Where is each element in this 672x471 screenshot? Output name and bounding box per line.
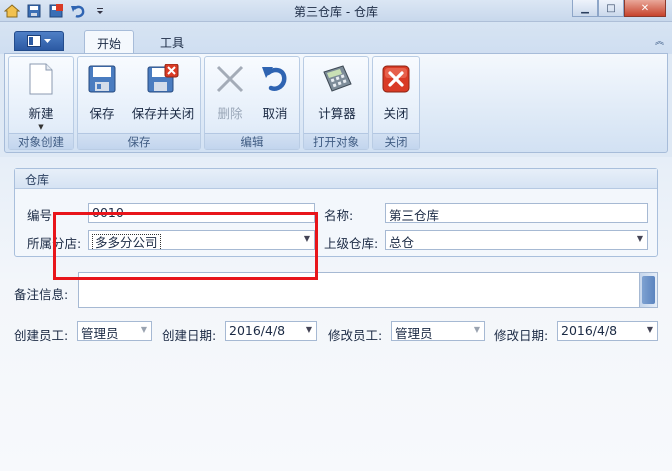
- save-icon: [86, 63, 118, 95]
- parent-warehouse-value: 总仓: [389, 235, 415, 250]
- save-close-button-label: 保存并关闭: [131, 106, 195, 121]
- application-menu-button[interactable]: [14, 31, 64, 51]
- calculator-icon: [321, 63, 353, 95]
- created-date-dropdown-icon[interactable]: ▼: [306, 325, 312, 334]
- tab-tools[interactable]: 工具: [148, 30, 196, 54]
- modifier-label: 修改员工:: [328, 328, 383, 343]
- modified-date-dropdown-icon[interactable]: ▼: [647, 325, 653, 334]
- creator-select[interactable]: 管理员 ▼: [77, 321, 152, 341]
- chevron-down-icon: [44, 38, 51, 43]
- name-field[interactable]: 第三仓库: [385, 203, 648, 223]
- minimize-button[interactable]: ▁: [572, 0, 598, 17]
- parent-dropdown-icon[interactable]: ▼: [637, 234, 643, 243]
- maximize-button[interactable]: □: [598, 0, 624, 17]
- new-button[interactable]: 新建 ▼: [15, 60, 67, 132]
- app-menu-icon: [27, 35, 41, 47]
- close-red-icon: [380, 63, 412, 95]
- ribbon-tab-row: 开始 工具 ︽: [0, 22, 672, 54]
- created-date-label: 创建日期:: [162, 328, 217, 343]
- delete-x-icon: [214, 63, 246, 95]
- group-label-close: 关闭: [373, 133, 419, 149]
- new-button-label: 新建: [28, 106, 54, 121]
- code-label: 编号:: [27, 208, 57, 223]
- group-edit: 删除 取消 编辑: [204, 56, 300, 150]
- delete-button-label: 删除: [217, 106, 243, 121]
- group-close: 关闭 关闭: [372, 56, 420, 150]
- warehouse-section-title: 仓库: [15, 169, 657, 189]
- group-object-create: 新建 ▼ 对象创建: [8, 56, 74, 150]
- modified-date-value: 2016/4/8: [561, 323, 618, 338]
- close-button[interactable]: 关闭: [377, 60, 415, 132]
- window-controls: ▁ □ ✕: [572, 0, 666, 17]
- cancel-button-label: 取消: [262, 106, 288, 121]
- group-save: 保存 保存并关闭 保存: [77, 56, 201, 150]
- modifier-dropdown-icon[interactable]: ▼: [474, 325, 480, 334]
- modified-date-picker[interactable]: 2016/4/8 ▼: [557, 321, 658, 341]
- creator-value: 管理员: [81, 326, 119, 341]
- group-label-object-create: 对象创建: [9, 133, 73, 149]
- save-close-button[interactable]: 保存并关闭: [128, 60, 198, 132]
- window-close-button[interactable]: ✕: [624, 0, 666, 17]
- title-bar: 第三仓库 - 仓库 ▁ □ ✕: [0, 0, 672, 22]
- modifier-select[interactable]: 管理员 ▼: [391, 321, 485, 341]
- calculator-button[interactable]: 计算器: [309, 60, 365, 132]
- group-label-edit: 编辑: [205, 133, 299, 149]
- highlight-annotation-box: [53, 212, 318, 280]
- save-close-icon: [147, 63, 179, 95]
- group-label-save: 保存: [78, 133, 200, 149]
- new-document-icon: [25, 63, 57, 95]
- save-button[interactable]: 保存: [82, 60, 122, 132]
- name-label: 名称:: [324, 208, 354, 223]
- ribbon-collapse-icon[interactable]: ︽: [655, 34, 664, 47]
- creator-label: 创建员工:: [14, 328, 69, 343]
- group-label-open-object: 打开对象: [304, 133, 368, 149]
- remarks-scrollbar[interactable]: [639, 273, 657, 307]
- group-open-object: 计算器 打开对象: [303, 56, 369, 150]
- tab-start[interactable]: 开始: [84, 30, 135, 54]
- modifier-value: 管理员: [395, 326, 433, 341]
- remarks-label: 备注信息:: [14, 287, 69, 302]
- delete-button[interactable]: 删除: [210, 60, 250, 132]
- modified-date-label: 修改日期:: [494, 328, 549, 343]
- parent-warehouse-select[interactable]: 总仓 ▼: [385, 230, 648, 250]
- created-date-value: 2016/4/8: [229, 323, 286, 338]
- ribbon: 新建 ▼ 对象创建 保存 保存并关闭 保存 删除 取消 编辑 计算器 打开对象 …: [4, 53, 668, 153]
- undo-icon: [259, 63, 291, 95]
- scrollbar-thumb[interactable]: [642, 276, 655, 304]
- new-dropdown-icon[interactable]: ▼: [38, 123, 43, 131]
- cancel-button[interactable]: 取消: [255, 60, 295, 132]
- created-date-picker[interactable]: 2016/4/8 ▼: [225, 321, 317, 341]
- parent-warehouse-label: 上级仓库:: [324, 236, 379, 251]
- name-value: 第三仓库: [389, 208, 440, 223]
- creator-dropdown-icon[interactable]: ▼: [141, 325, 147, 334]
- save-button-label: 保存: [89, 106, 115, 121]
- calculator-button-label: 计算器: [318, 106, 356, 121]
- close-button-label: 关闭: [383, 106, 409, 121]
